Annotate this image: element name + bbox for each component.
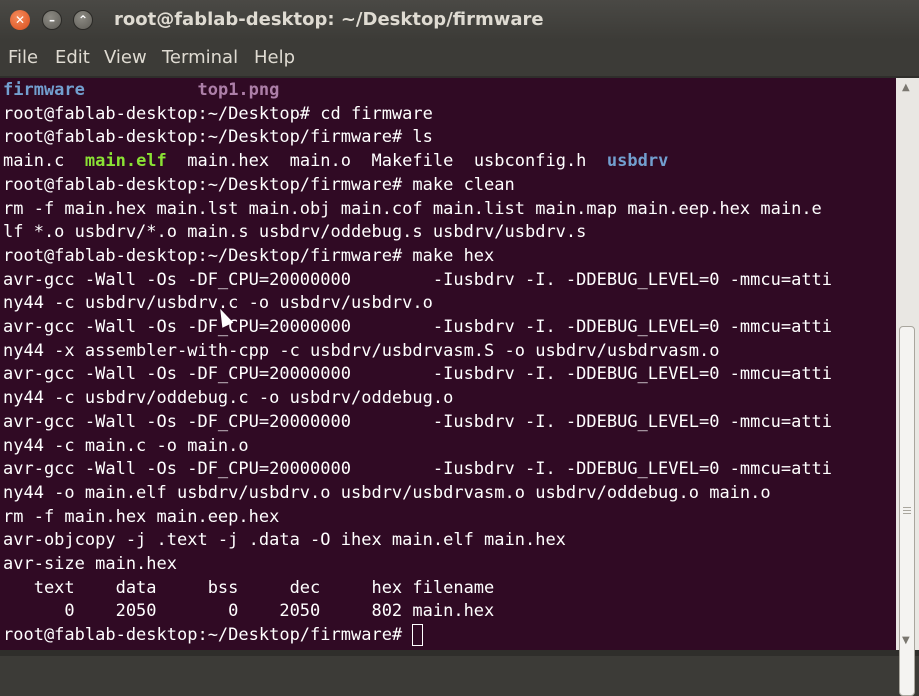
terminal-line: avr-size main.hex xyxy=(3,552,177,576)
terminal-text: rm -f main.hex main.lst main.obj main.co… xyxy=(3,198,822,219)
menu-help[interactable]: Help xyxy=(254,47,295,68)
terminal-line: avr-gcc -Wall -Os -DF_CPU=20000000 -Iusb… xyxy=(3,410,832,434)
terminal-text: avr-gcc -Wall -Os -DF_CPU=20000000 -Iusb… xyxy=(3,364,833,385)
menu-bar: File Edit View Terminal Help xyxy=(0,40,919,76)
menu-edit[interactable]: Edit xyxy=(55,47,90,68)
terminal-text: firmware xyxy=(3,80,85,100)
terminal-line: rm -f main.hex main.eep.hex xyxy=(3,505,279,529)
terminal-text: usbdrv xyxy=(606,151,669,172)
terminal-line: firmware top1.png xyxy=(3,78,279,102)
window-title: root@fablab-desktop: ~/Desktop/firmware xyxy=(114,9,544,30)
terminal-line: ny44 -x assembler-with-cpp -c usbdrv/usb… xyxy=(3,339,719,363)
terminal-text: ny44 -x assembler-with-cpp -c usbdrv/usb… xyxy=(3,340,720,361)
title-bar[interactable]: ✕ – ⌃ root@fablab-desktop: ~/Desktop/fir… xyxy=(0,0,919,40)
scroll-up-icon[interactable]: ▲ xyxy=(902,82,910,93)
terminal-text: text data bss dec hex filename xyxy=(3,577,495,598)
terminal-text: root@fablab-desktop:~/Desktop/firmware# … xyxy=(3,174,515,195)
text-cursor xyxy=(412,624,424,647)
terminal-line: lf *.o usbdrv/*.o main.s usbdrv/oddebug.… xyxy=(3,220,586,244)
terminal-text: main.hex main.o Makefile usbconfig.h xyxy=(166,151,607,172)
terminal-text: rm -f main.hex main.eep.hex xyxy=(3,506,280,527)
terminal-line: text data bss dec hex filename xyxy=(3,576,495,600)
terminal-text: 0 2050 0 2050 802 main.hex xyxy=(3,601,495,622)
vertical-scrollbar[interactable]: ▲ ▼ xyxy=(896,78,919,696)
terminal-line: root@fablab-desktop:~/Desktop# cd firmwa… xyxy=(3,102,433,126)
menu-view[interactable]: View xyxy=(104,47,147,68)
terminal-line: avr-gcc -Wall -Os -DF_CPU=20000000 -Iusb… xyxy=(3,457,832,481)
menu-terminal[interactable]: Terminal xyxy=(162,47,238,68)
menu-file[interactable]: File xyxy=(8,47,38,68)
terminal-text: avr-objcopy -j .text -j .data -O ihex ma… xyxy=(3,530,566,551)
terminal-line: avr-gcc -Wall -Os -DF_CPU=20000000 -Iusb… xyxy=(3,268,832,292)
maximize-icon[interactable]: ⌃ xyxy=(73,10,93,30)
terminal-text: lf *.o usbdrv/*.o main.s usbdrv/oddebug.… xyxy=(3,222,587,243)
terminal-line: ny44 -c main.c -o main.o xyxy=(3,434,249,458)
terminal-line: root@fablab-desktop:~/Desktop/firmware# xyxy=(3,623,424,647)
terminal-line: avr-gcc -Wall -Os -DF_CPU=20000000 -Iusb… xyxy=(3,362,832,386)
terminal-text: ny44 -c usbdrv/oddebug.c -o usbdrv/oddeb… xyxy=(3,388,454,409)
terminal-window: ✕ – ⌃ root@fablab-desktop: ~/Desktop/fir… xyxy=(0,0,919,696)
terminal-text: avr-size main.hex xyxy=(3,554,177,574)
terminal-text: avr-gcc -Wall -Os -DF_CPU=20000000 -Iusb… xyxy=(3,411,833,432)
terminal-text: root@fablab-desktop:~/Desktop# cd firmwa… xyxy=(3,103,433,124)
terminal-text: avr-gcc -Wall -Os -DF_CPU=20000000 -Iusb… xyxy=(3,317,833,337)
scroll-down-icon[interactable]: ▼ xyxy=(902,635,910,646)
terminal-line: ny44 -o main.elf usbdrv/usbdrv.o usbdrv/… xyxy=(3,481,771,505)
minimize-icon[interactable]: – xyxy=(42,10,62,30)
terminal-text: root@fablab-desktop:~/Desktop/firmware# xyxy=(3,625,413,646)
terminal-text: avr-gcc -Wall -Os -DF_CPU=20000000 -Iusb… xyxy=(3,459,833,480)
terminal-line: root@fablab-desktop:~/Desktop/firmware# … xyxy=(3,244,494,268)
terminal-text: main.c xyxy=(3,151,85,172)
terminal-text: avr-gcc -Wall -Os -DF_CPU=20000000 -Iusb… xyxy=(3,269,833,290)
terminal-line: root@fablab-desktop:~/Desktop/firmware# … xyxy=(3,173,515,197)
terminal-output[interactable]: firmware top1.png root@fablab-desktop:~/D… xyxy=(0,78,896,650)
terminal-text: root@fablab-desktop:~/Desktop/firmware# … xyxy=(3,127,433,148)
terminal-line: main.c main.elf main.hex main.o Makefile… xyxy=(3,149,668,173)
terminal-line: ny44 -c usbdrv/oddebug.c -o usbdrv/oddeb… xyxy=(3,386,453,410)
terminal-line: rm -f main.hex main.lst main.obj main.co… xyxy=(3,197,822,221)
terminal-text: ny44 -o main.elf usbdrv/usbdrv.o usbdrv/… xyxy=(3,482,771,503)
terminal-text: main.elf xyxy=(84,151,167,172)
grip-icon xyxy=(903,507,911,508)
terminal-line: root@fablab-desktop:~/Desktop/firmware# … xyxy=(3,125,433,149)
terminal-line: 0 2050 0 2050 802 main.hex xyxy=(3,599,494,623)
terminal-line: avr-objcopy -j .text -j .data -O ihex ma… xyxy=(3,528,566,552)
close-icon[interactable]: ✕ xyxy=(10,10,30,30)
terminal-line: avr-gcc -Wall -Os -DF_CPU=20000000 -Iusb… xyxy=(3,315,832,339)
terminal-text: root@fablab-desktop:~/Desktop/firmware# … xyxy=(3,245,495,266)
terminal-text: top1.png xyxy=(197,80,280,100)
terminal-text: ny44 -c main.c -o main.o xyxy=(3,435,249,456)
